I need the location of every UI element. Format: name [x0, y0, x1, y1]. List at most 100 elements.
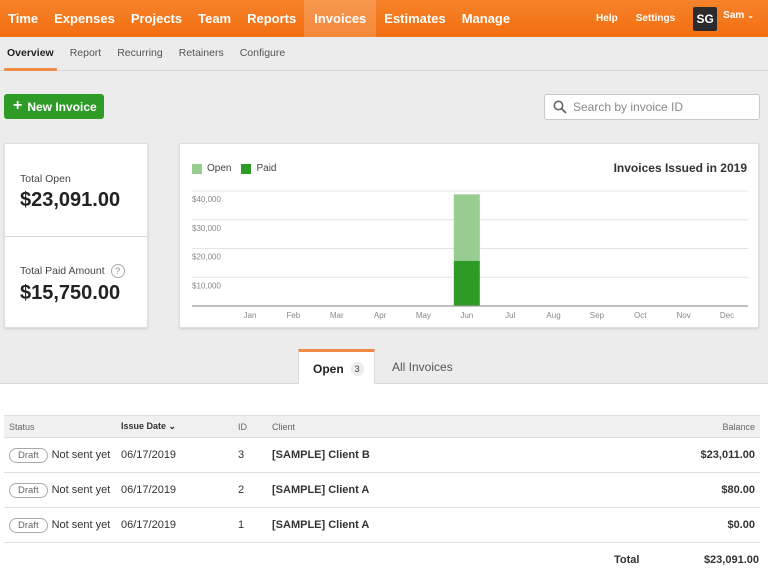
tab-open-label: Open [313, 361, 344, 376]
id-cell: 2 [238, 484, 245, 496]
col-status[interactable]: Status [4, 415, 116, 438]
status-cell: Draft Not sent yet [4, 508, 116, 543]
nav-item-invoices[interactable]: Invoices [304, 0, 377, 37]
x-tick-label: Jul [505, 311, 515, 320]
chart-title: Invoices Issued in 2019 [613, 161, 747, 175]
tab-all-invoices[interactable]: All Invoices [392, 349, 453, 384]
col-id[interactable]: ID [233, 415, 267, 438]
status-text: Not sent yet [51, 448, 111, 461]
status-cell: Draft Not sent yet [4, 473, 116, 508]
x-tick-label: Apr [374, 311, 387, 320]
subnav-retainers[interactable]: Retainers [179, 37, 224, 71]
legend-swatch-open [192, 163, 202, 174]
status-badge: Draft [9, 517, 48, 533]
x-tick-label: Aug [546, 311, 560, 320]
legend-item-paid: Paid [241, 163, 276, 174]
new-invoice-button[interactable]: + New Invoice [4, 94, 104, 119]
bar-paid-jun [453, 260, 480, 306]
subnav-recurring[interactable]: Recurring [117, 37, 163, 71]
nav-item-time[interactable]: Time [0, 0, 46, 37]
y-tick-label: $10,000 [192, 281, 221, 290]
settings-link[interactable]: Settings [636, 13, 675, 24]
client-cell[interactable]: [SAMPLE] Client A [267, 508, 576, 543]
total-value: $23,091.00 [703, 554, 759, 566]
balance-cell: $23,011.00 [700, 449, 755, 461]
id-cell: 3 [238, 449, 245, 461]
client-cell[interactable]: [SAMPLE] Client B [267, 438, 576, 473]
sub-nav: Overview Report Recurring Retainers Conf… [0, 37, 768, 71]
status-text: Not sent yet [51, 483, 111, 496]
col-issue-date-label: Issue Date [121, 421, 167, 431]
user-menu[interactable]: Sam ⌄ [723, 10, 754, 21]
col-balance[interactable]: Balance [575, 415, 760, 438]
sort-chevron-icon: ⌄ [168, 421, 177, 431]
total-paid-block: Total Paid Amount ? $15,750.00 [5, 237, 147, 329]
issue-date-cell: 06/17/2019 [121, 519, 177, 531]
legend-item-open: Open [192, 163, 231, 174]
table-row[interactable]: Draft Not sent yet 06/17/2019 3 [SAMPLE] … [4, 438, 760, 473]
chart-legend: Open Paid [192, 163, 286, 174]
x-tick-label: Sep [590, 311, 605, 320]
legend-label-open: Open [207, 163, 232, 174]
subnav-report[interactable]: Report [70, 37, 102, 71]
nav-item-reports[interactable]: Reports [239, 0, 304, 37]
tab-open-count: 3 [350, 361, 364, 376]
balance-cell: $80.00 [721, 484, 755, 496]
x-tick-label: Nov [677, 311, 691, 320]
user-area: Help Settings SG Sam ⌄ [596, 0, 768, 37]
avatar[interactable]: SG [693, 6, 718, 31]
balance-cell: $0.00 [727, 519, 755, 531]
table-header: Status Issue Date ⌄ ID Client Balance [4, 415, 760, 438]
total-open-value: $23,091.00 [20, 189, 121, 211]
tab-open[interactable]: Open 3 [298, 349, 375, 385]
nav-item-estimates[interactable]: Estimates [376, 0, 453, 37]
status-badge: Draft [9, 447, 48, 463]
x-tick-label: Jun [460, 311, 473, 320]
invoice-tabs: Open 3 All Invoices [0, 349, 768, 385]
issue-date-cell: 06/17/2019 [121, 484, 177, 496]
total-paid-label-row: Total Paid Amount ? [20, 264, 147, 278]
status-text: Not sent yet [51, 518, 111, 531]
total-paid-label: Total Paid Amount [20, 265, 105, 277]
y-tick-label: $20,000 [192, 253, 221, 262]
y-tick-label: $40,000 [192, 195, 221, 204]
help-icon[interactable]: ? [110, 264, 125, 278]
chart-card: $10,000 $20,000 $30,000 $40,000 Jan Feb Mar Apr… [179, 143, 759, 328]
legend-swatch-paid [241, 163, 252, 174]
nav-item-team[interactable]: Team [190, 0, 239, 37]
new-invoice-label: New Invoice [27, 99, 97, 114]
col-client[interactable]: Client [267, 415, 576, 438]
legend-label-paid: Paid [256, 163, 277, 174]
x-tick-label: Dec [720, 311, 734, 320]
nav-item-manage[interactable]: Manage [454, 0, 518, 37]
search-box [544, 94, 760, 120]
nav-item-projects[interactable]: Projects [123, 0, 190, 37]
total-label: Total [614, 554, 640, 566]
total-paid-value: $15,750.00 [20, 282, 121, 304]
x-tick-label: Oct [634, 311, 647, 320]
x-tick-label: May [416, 311, 431, 320]
user-name: Sam [723, 10, 745, 21]
id-cell: 1 [238, 519, 245, 531]
total-open-label: Total Open [20, 173, 71, 185]
help-link[interactable]: Help [596, 13, 618, 24]
client-cell[interactable]: [SAMPLE] Client A [267, 473, 576, 508]
chevron-down-icon: ⌄ [747, 11, 754, 20]
total-open-block: Total Open $23,091.00 [5, 144, 147, 237]
plus-icon: + [13, 96, 23, 114]
top-nav: Time Expenses Projects Team Reports Invo… [0, 0, 768, 37]
col-issue-date[interactable]: Issue Date ⌄ [116, 415, 233, 438]
table-row[interactable]: Draft Not sent yet 06/17/2019 2 [SAMPLE] … [4, 473, 760, 508]
y-tick-label: $30,000 [192, 224, 221, 233]
issue-date-cell: 06/17/2019 [121, 449, 177, 461]
x-tick-label: Mar [330, 311, 344, 320]
status-badge: Draft [9, 482, 48, 498]
nav-item-expenses[interactable]: Expenses [46, 0, 123, 37]
subnav-overview[interactable]: Overview [4, 37, 57, 71]
table-row[interactable]: Draft Not sent yet 06/17/2019 1 [SAMPLE] … [4, 508, 760, 543]
x-tick-label: Jan [244, 311, 257, 320]
search-input[interactable] [573, 100, 753, 114]
summary-card: Total Open $23,091.00 Total Paid Amount … [4, 143, 148, 328]
subnav-configure[interactable]: Configure [240, 37, 286, 71]
invoice-list: Status Issue Date ⌄ ID Client Balance Dr… [0, 384, 768, 581]
